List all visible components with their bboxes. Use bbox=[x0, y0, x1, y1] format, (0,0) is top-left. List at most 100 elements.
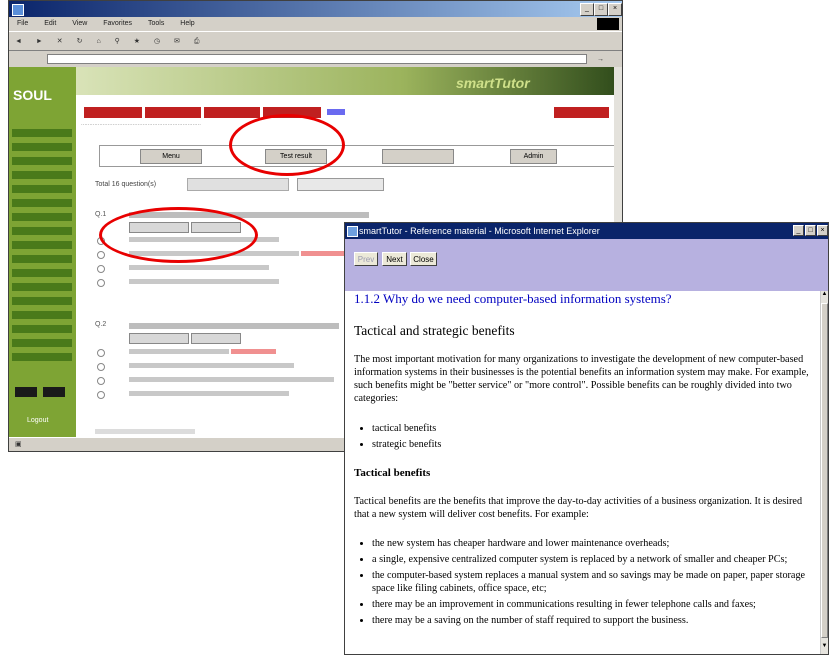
stop-icon[interactable]: ✕ bbox=[57, 32, 63, 52]
address-input[interactable] bbox=[47, 54, 587, 64]
tactical-heading: Tactical benefits bbox=[354, 467, 431, 479]
sidebar-item[interactable] bbox=[12, 171, 72, 179]
search-icon[interactable]: ⚲ bbox=[115, 32, 120, 52]
session-info: ········································… bbox=[81, 122, 201, 128]
reference-content: 1.1.2 Why do we need computer-based info… bbox=[345, 291, 820, 654]
minimize-icon[interactable]: _ bbox=[793, 225, 804, 236]
answer-radio[interactable] bbox=[97, 279, 105, 287]
popup-titlebar[interactable]: smartTutor - Reference material - Micros… bbox=[345, 223, 828, 239]
popup-scrollbar[interactable]: ▲ ▼ bbox=[820, 291, 828, 654]
question-text bbox=[129, 323, 339, 329]
red-tab[interactable] bbox=[84, 107, 142, 118]
maximize-icon[interactable]: □ bbox=[594, 3, 608, 16]
close-button[interactable]: Close bbox=[410, 252, 437, 266]
back-arrow-icon[interactable]: ◄ bbox=[15, 32, 22, 52]
sidebar-item[interactable] bbox=[12, 325, 72, 333]
edit-link[interactable] bbox=[327, 109, 345, 115]
sidebar-logout-link[interactable]: Logout bbox=[27, 417, 48, 424]
home-icon[interactable]: ⌂ bbox=[96, 32, 100, 52]
menu-help[interactable]: Help bbox=[180, 20, 194, 27]
test-nav-row: Menu Test result Admin bbox=[99, 145, 616, 167]
total-questions-label: Total 16 question(s) bbox=[95, 181, 157, 188]
list-item: there may be an improvement in communica… bbox=[372, 598, 820, 611]
menu-button[interactable]: Menu bbox=[140, 149, 202, 164]
soul-sidebar: SOUL Logout bbox=[9, 67, 76, 437]
forward-arrow-icon[interactable]: ► bbox=[36, 32, 43, 52]
go-button[interactable]: → bbox=[597, 53, 604, 67]
red-tab[interactable] bbox=[145, 107, 201, 118]
sidebar-item[interactable] bbox=[12, 143, 72, 151]
refresh-icon[interactable]: ↻ bbox=[77, 32, 83, 52]
menu-view[interactable]: View bbox=[72, 20, 87, 27]
background-address-bar: → bbox=[9, 52, 622, 66]
sidebar-item[interactable] bbox=[12, 185, 72, 193]
print-icon[interactable]: ⎙ bbox=[194, 32, 200, 52]
show-answers-button[interactable] bbox=[297, 178, 384, 191]
sidebar-item[interactable] bbox=[12, 283, 72, 291]
history-icon[interactable]: ◷ bbox=[154, 32, 160, 52]
reference-button[interactable] bbox=[129, 333, 189, 344]
menu-file[interactable]: File bbox=[17, 20, 28, 27]
answer-option bbox=[129, 265, 269, 270]
admin-button[interactable]: Admin bbox=[510, 149, 557, 164]
answer-option bbox=[129, 377, 334, 382]
scroll-up-icon[interactable]: ▲ bbox=[821, 291, 828, 297]
list-item: a single, expensive centralized computer… bbox=[372, 553, 820, 566]
highlight-ellipse-test-result bbox=[229, 114, 345, 176]
sidebar-item[interactable] bbox=[12, 339, 72, 347]
next-arrow-button[interactable] bbox=[43, 387, 65, 397]
answer-radio[interactable] bbox=[97, 265, 105, 273]
mail-icon[interactable]: ✉ bbox=[174, 32, 180, 52]
prev-button: Prev bbox=[354, 252, 378, 266]
logout-button[interactable] bbox=[554, 107, 609, 118]
minimize-icon[interactable]: _ bbox=[580, 3, 594, 16]
answer-option bbox=[129, 279, 279, 284]
windows-logo-icon bbox=[597, 18, 619, 30]
discussion-button[interactable] bbox=[191, 333, 241, 344]
answer-radio[interactable] bbox=[97, 377, 105, 385]
sidebar-item[interactable] bbox=[12, 269, 72, 277]
close-icon[interactable]: × bbox=[608, 3, 622, 16]
sidebar-item[interactable] bbox=[12, 241, 72, 249]
answer-radio[interactable] bbox=[97, 391, 105, 399]
list-item: tactical benefits bbox=[372, 422, 441, 435]
tactical-paragraph: Tactical benefits are the benefits that … bbox=[354, 496, 803, 520]
next-button[interactable]: Next bbox=[382, 252, 407, 266]
categories-list: tactical benefits strategic benefits bbox=[358, 422, 441, 454]
sidebar-item[interactable] bbox=[12, 255, 72, 263]
menu-favorites[interactable]: Favorites bbox=[103, 20, 132, 27]
section-heading: Tactical and strategic benefits bbox=[354, 323, 515, 338]
background-window-titlebar[interactable] bbox=[9, 1, 622, 17]
favorites-icon[interactable]: ★ bbox=[134, 32, 140, 52]
soul-logo: SOUL bbox=[13, 87, 52, 103]
prev-arrow-button[interactable] bbox=[15, 387, 37, 397]
sidebar-item[interactable] bbox=[12, 129, 72, 137]
banner-title: smartTutor bbox=[456, 75, 530, 91]
answer-option bbox=[129, 349, 229, 354]
question-number: Q.1 bbox=[95, 211, 107, 218]
background-menu-bar: File Edit View Favorites Tools Help bbox=[9, 17, 622, 31]
red-tab[interactable] bbox=[204, 107, 260, 118]
close-icon[interactable]: × bbox=[817, 225, 828, 236]
sidebar-item[interactable] bbox=[12, 157, 72, 165]
reference-material-window[interactable]: smartTutor - Reference material - Micros… bbox=[344, 222, 829, 655]
scroll-thumb[interactable] bbox=[821, 303, 828, 638]
sidebar-item[interactable] bbox=[12, 213, 72, 221]
scroll-down-icon[interactable]: ▼ bbox=[821, 643, 828, 649]
correct-answer-mark bbox=[301, 251, 346, 256]
answer-radio[interactable] bbox=[97, 363, 105, 371]
sidebar-item[interactable] bbox=[12, 353, 72, 361]
examples-list: the new system has cheaper hardware and … bbox=[358, 537, 820, 630]
sidebar-item[interactable] bbox=[12, 297, 72, 305]
sidebar-item[interactable] bbox=[12, 227, 72, 235]
menu-tools[interactable]: Tools bbox=[148, 20, 164, 27]
menu-edit[interactable]: Edit bbox=[44, 20, 56, 27]
highlight-ellipse-reference-button bbox=[99, 207, 258, 263]
background-toolbar: ◄ ► ✕ ↻ ⌂ ⚲ ★ ◷ ✉ ⎙ bbox=[9, 31, 622, 51]
answer-option bbox=[129, 391, 289, 396]
answer-radio[interactable] bbox=[97, 251, 105, 259]
maximize-icon[interactable]: □ bbox=[805, 225, 816, 236]
sidebar-item[interactable] bbox=[12, 199, 72, 207]
sidebar-item[interactable] bbox=[12, 311, 72, 319]
answer-radio[interactable] bbox=[97, 349, 105, 357]
